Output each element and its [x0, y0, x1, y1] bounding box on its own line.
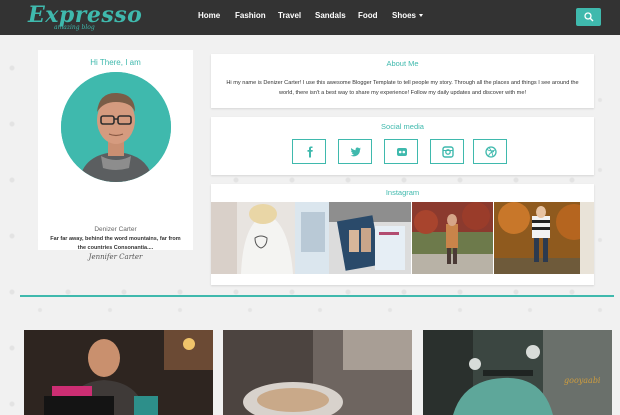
nav-item-fashion[interactable]: Fashion	[235, 11, 266, 20]
header-bar: Expresso amazing blog Home Fashion Trave…	[0, 0, 620, 35]
featured-post-3-image	[423, 330, 612, 415]
twitter-icon	[350, 147, 361, 157]
chevron-down-icon	[419, 14, 424, 18]
section-divider	[20, 295, 614, 297]
about-me-widget: About Me Hi my name is Denizer Carter! I…	[211, 54, 594, 108]
signature: Jennifer Carter	[88, 253, 143, 261]
site-tagline: amazing blog	[54, 24, 95, 31]
instagram-title: Instagram	[385, 188, 420, 197]
nav-item-sandals[interactable]: Sandals	[315, 11, 346, 20]
instagram-icon	[442, 146, 454, 158]
profile-name: Denizer Carter	[94, 226, 137, 233]
nav-item-shoes-label: Shoes	[392, 11, 417, 20]
about-text: Hi my name is Denizer Carter! I use this…	[226, 80, 579, 96]
dribbble-button[interactable]	[473, 139, 507, 164]
profile-heading: Hi There, I am	[90, 58, 141, 67]
search-icon	[584, 12, 594, 22]
watermark: gooyaabi	[564, 376, 601, 385]
instagram-photo-3[interactable]	[412, 202, 493, 274]
instagram-photo-1[interactable]	[211, 202, 329, 274]
instagram-photo-2[interactable]	[329, 202, 411, 274]
avatar-portrait	[61, 72, 171, 182]
flickr-icon	[397, 148, 407, 156]
featured-post-2-image	[223, 330, 412, 415]
about-title: About Me	[386, 59, 419, 68]
social-title: Social media	[381, 122, 424, 131]
twitter-button[interactable]	[338, 139, 372, 164]
nav-item-travel[interactable]: Travel	[278, 11, 301, 20]
flickr-button[interactable]	[384, 139, 418, 164]
search-button[interactable]	[576, 8, 601, 26]
instagram-widget: Instagram	[211, 184, 594, 285]
nav-item-home[interactable]: Home	[198, 11, 220, 20]
profile-quote: Far far away, behind the word mountains,…	[50, 236, 181, 251]
featured-post-2[interactable]	[223, 330, 412, 415]
instagram-button[interactable]	[430, 139, 464, 164]
instagram-photo-2-image	[329, 202, 411, 274]
instagram-photo-1-image	[211, 202, 329, 274]
facebook-button[interactable]	[292, 139, 326, 164]
social-media-widget: Social media	[211, 117, 594, 175]
facebook-icon	[307, 146, 313, 158]
nav-item-shoes[interactable]: Shoes	[392, 11, 424, 20]
nav-item-food[interactable]: Food	[358, 11, 378, 20]
avatar	[61, 72, 171, 182]
dribbble-icon	[485, 146, 497, 158]
instagram-photo-4-image	[494, 202, 594, 274]
instagram-photo-4[interactable]	[494, 202, 594, 274]
featured-post-1[interactable]	[24, 330, 213, 415]
featured-post-1-image	[24, 330, 213, 415]
featured-post-3[interactable]	[423, 330, 612, 415]
instagram-photo-3-image	[412, 202, 493, 274]
profile-widget: Hi There, I am Denizer Carter Far far aw…	[38, 50, 193, 261]
